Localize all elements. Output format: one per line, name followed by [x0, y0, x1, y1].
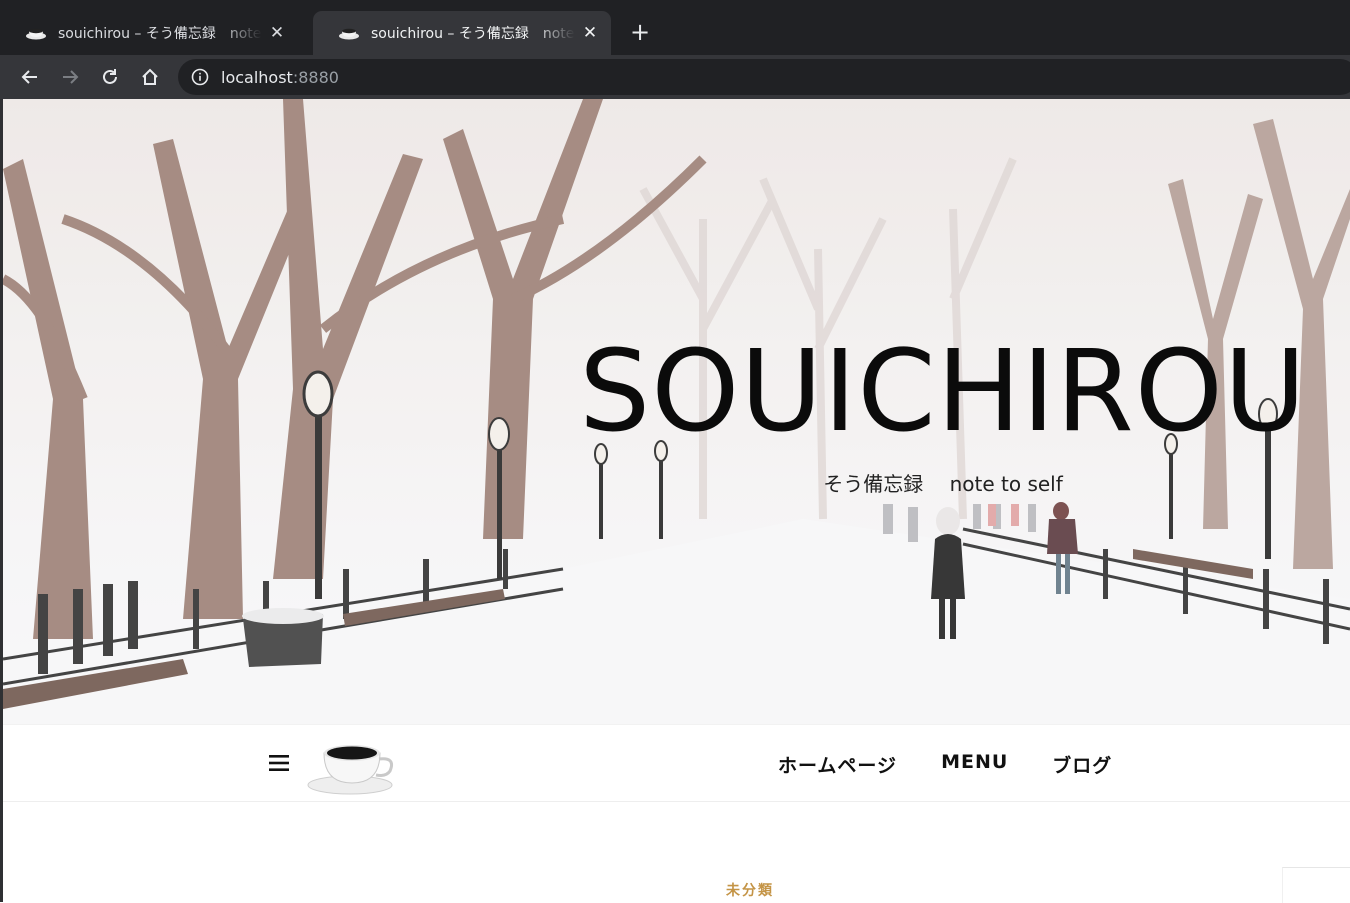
- close-tab-icon[interactable]: ✕: [581, 24, 599, 42]
- new-tab-button[interactable]: +: [627, 20, 653, 46]
- coffee-cup-logo[interactable]: [306, 735, 398, 795]
- menu-item-blog[interactable]: ブログ: [1052, 751, 1112, 778]
- primary-navigation-bar: ホームページ MENU ブログ: [3, 724, 1350, 802]
- info-icon[interactable]: [191, 68, 209, 86]
- menu-item-homepage[interactable]: ホームページ: [778, 751, 897, 778]
- forward-arrow-icon[interactable]: [54, 61, 86, 93]
- back-arrow-icon[interactable]: [14, 61, 46, 93]
- browser-toolbar: localhost:8880: [0, 55, 1350, 99]
- post-category-link[interactable]: 未分類: [700, 880, 800, 900]
- coffee-cup-favicon: [339, 28, 359, 40]
- browser-tab-strip: souichirou – そう備忘録 note to self ✕ souich…: [0, 0, 1350, 55]
- close-tab-icon[interactable]: ✕: [268, 24, 286, 42]
- home-icon[interactable]: [134, 61, 166, 93]
- address-bar[interactable]: localhost:8880: [178, 59, 1350, 95]
- tab-title: souichirou – そう備忘録 note to self: [371, 26, 575, 42]
- tab-title: souichirou – そう備忘録 note to self: [58, 26, 262, 42]
- main-menu: ホームページ MENU ブログ: [778, 751, 1112, 778]
- hamburger-menu-icon[interactable]: [267, 753, 291, 773]
- browser-tab-1[interactable]: souichirou – そう備忘録 note to self ✕: [0, 11, 298, 55]
- reload-icon[interactable]: [94, 61, 126, 93]
- hero-header-image: SOUICHIROU そう備忘録 note to self: [3, 99, 1350, 724]
- url-port: :8880: [292, 67, 339, 87]
- url-host: localhost: [221, 67, 293, 87]
- floating-widget: [1282, 867, 1350, 903]
- site-tagline: そう備忘録 note to self: [823, 472, 1063, 496]
- coffee-cup-favicon: [26, 28, 46, 40]
- browser-tab-2[interactable]: souichirou – そう備忘録 note to self ✕: [313, 11, 611, 55]
- menu-item-menu[interactable]: MENU: [941, 751, 1008, 778]
- site-title[interactable]: SOUICHIROU: [563, 327, 1323, 457]
